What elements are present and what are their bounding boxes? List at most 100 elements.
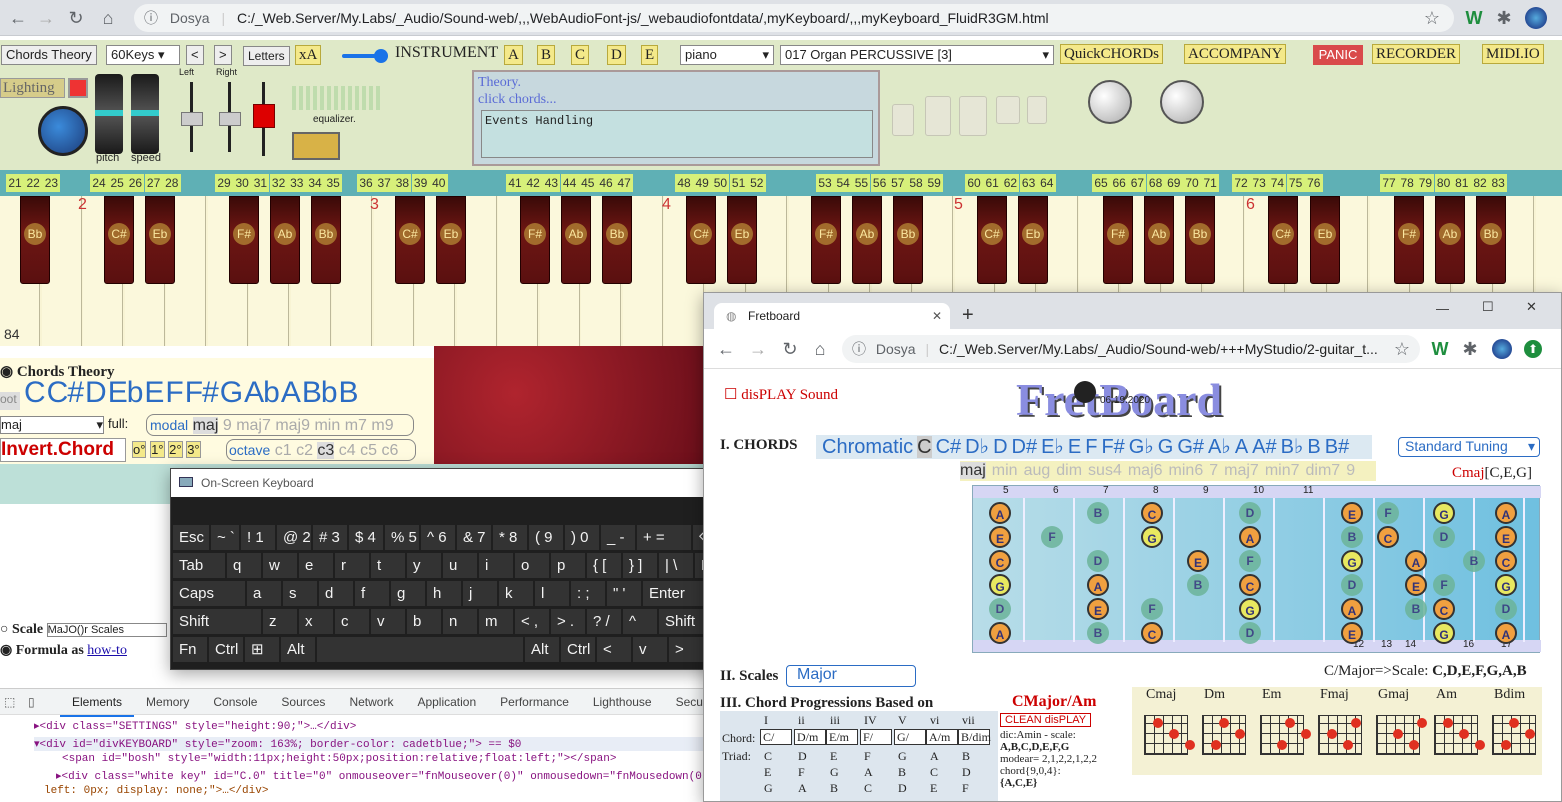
osk-key[interactable]: ? / (587, 609, 621, 634)
black-key[interactable]: F# (229, 196, 259, 284)
devtools-tab-console[interactable]: Console (201, 689, 269, 715)
chromatic-note[interactable]: G (1158, 436, 1174, 458)
howto-link[interactable]: how-to (87, 643, 127, 658)
chromatic-note[interactable]: G# (1177, 436, 1204, 458)
chord-diagram[interactable] (1202, 715, 1246, 755)
black-key[interactable]: C# (686, 196, 716, 284)
fretboard-grid[interactable]: 567891011 1213141617 AECGDAFBDAEBCGFCEBD… (972, 485, 1541, 653)
chord-type[interactable]: maj (960, 462, 986, 479)
back-icon[interactable]: ← (8, 8, 28, 28)
root-note-E[interactable]: E (144, 376, 164, 409)
chord-type[interactable]: aug (1024, 462, 1051, 479)
root-note-C#[interactable]: C# (47, 376, 84, 409)
fret-note-G[interactable]: G (1433, 622, 1455, 644)
prev-button[interactable]: < (186, 45, 204, 65)
fret-note-C[interactable]: C (989, 550, 1011, 572)
dev-line-4[interactable]: ▸<div class="white key" id="C.0" title="… (56, 769, 715, 783)
osk-key[interactable]: t (371, 553, 405, 578)
quickchords-button[interactable]: QuickCHORDs (1060, 44, 1164, 64)
black-key[interactable]: Ab (561, 196, 591, 284)
osk-key[interactable]: Alt (525, 637, 559, 662)
osk-key[interactable]: { [ (587, 553, 621, 578)
forward-icon[interactable]: → (36, 8, 56, 28)
win-minimize-icon[interactable]: — (1436, 301, 1449, 316)
osk-key[interactable]: " ' (607, 581, 641, 606)
master-fader[interactable] (253, 82, 275, 156)
fb-home-icon[interactable]: ⌂ (810, 339, 830, 359)
pad-4[interactable] (996, 96, 1020, 124)
osk-key[interactable]: @ 2 (277, 525, 311, 550)
letters-button[interactable]: Letters (243, 46, 290, 66)
chromatic-note[interactable]: C# (936, 436, 962, 458)
osk-key[interactable]: # 3 (313, 525, 347, 550)
fret-note-D[interactable]: D (1495, 598, 1517, 620)
root-note-B[interactable]: B (339, 376, 359, 409)
fret-note-G[interactable]: G (1239, 598, 1261, 620)
black-key[interactable]: C# (977, 196, 1007, 284)
chord-type[interactable]: 9 (1346, 462, 1355, 479)
osk-key[interactable]: e (299, 553, 333, 578)
osk-key[interactable]: ) 0 (565, 525, 599, 550)
root-note-F[interactable]: F (165, 376, 183, 409)
black-key[interactable]: Ab (270, 196, 300, 284)
chromatic-note[interactable]: C (917, 436, 932, 458)
fret-note-D[interactable]: D (1433, 526, 1455, 548)
chord-type[interactable]: min6 (1169, 462, 1204, 479)
fb-profile-icon[interactable] (1492, 339, 1512, 359)
osk-key[interactable]: $ 4 (349, 525, 383, 550)
fret-note-D[interactable]: D (1239, 622, 1261, 644)
osk-key[interactable]: % 5 (385, 525, 419, 550)
chord-types-row[interactable]: maj min aug dim sus4 maj6 min6 7 maj7 min7 dim7 9 (960, 461, 1376, 481)
chord-diagram[interactable] (1376, 715, 1427, 755)
inst-button-a[interactable]: A (504, 45, 523, 65)
instrument-select[interactable]: piano ▾ (680, 45, 774, 65)
octave-selector[interactable]: octave c1 c2 c3 c4 c5 c6 (226, 439, 416, 461)
star-icon[interactable]: ☆ (1422, 8, 1442, 28)
fret-note-G[interactable]: G (1141, 526, 1163, 548)
chromatic-note[interactable]: G♭ (1129, 436, 1154, 458)
osk-key[interactable]: ^ 6 (421, 525, 455, 550)
chromatic-note[interactable]: B# (1325, 436, 1349, 458)
osk-key[interactable]: _ - (601, 525, 635, 550)
black-key[interactable]: Eb (1310, 196, 1340, 284)
dev-line-5[interactable]: left: 0px; display: none;">…</div> (44, 785, 268, 797)
puzzle-icon[interactable]: ✱ (1494, 8, 1514, 28)
modal-types[interactable]: modal maj 9 maj7 maj9 min m7 m9 (146, 414, 414, 436)
scale-select[interactable]: MaJO()r Scales (46, 623, 167, 637)
fret-note-E[interactable]: E (1341, 502, 1363, 524)
osk-key[interactable]: l (535, 581, 569, 606)
osk-key[interactable]: i (479, 553, 513, 578)
osk-key[interactable]: g (391, 581, 425, 606)
black-key[interactable]: Ab (1435, 196, 1465, 284)
chromatic-note[interactable]: E♭ (1041, 436, 1064, 458)
pad-5[interactable] (1027, 96, 1047, 124)
progression-chord[interactable]: A/m (926, 729, 958, 745)
black-key[interactable]: Eb (436, 196, 466, 284)
fret-note-C[interactable]: C (1239, 574, 1261, 596)
black-key[interactable]: C# (1268, 196, 1298, 284)
speed-slider[interactable] (131, 74, 159, 154)
osk-key[interactable]: k (499, 581, 533, 606)
black-key[interactable]: F# (1394, 196, 1424, 284)
black-key[interactable]: Bb (311, 196, 341, 284)
osk-key[interactable]: < (597, 637, 631, 662)
chromatic-note[interactable]: A♭ (1208, 436, 1231, 458)
fret-note-A[interactable]: A (989, 502, 1011, 524)
dev-line-1[interactable]: ▸<div class="SETTINGS" style="height:90;… (34, 719, 356, 733)
osk-key[interactable]: Shift (173, 609, 261, 634)
fret-note-A[interactable]: A (1495, 622, 1517, 644)
osk-key[interactable]: * 8 (493, 525, 527, 550)
fret-note-A[interactable]: A (1341, 598, 1363, 620)
fret-note-E[interactable]: E (1495, 526, 1517, 548)
tuning-select[interactable]: Standard Tuning ▾ (1398, 437, 1540, 457)
osk-key[interactable]: x (299, 609, 333, 634)
recorder-button[interactable]: RECORDER (1372, 44, 1461, 64)
next-button[interactable]: > (214, 45, 232, 65)
fret-note-F[interactable]: F (1141, 598, 1163, 620)
osk-key[interactable]: } ] (623, 553, 657, 578)
progression-chord[interactable]: B/dim (958, 729, 991, 745)
chromatic-note[interactable]: B (1307, 436, 1320, 458)
osk-key[interactable]: w (263, 553, 297, 578)
reload-icon[interactable]: ↻ (66, 8, 86, 28)
chromatic-note[interactable]: D# (1012, 436, 1038, 458)
